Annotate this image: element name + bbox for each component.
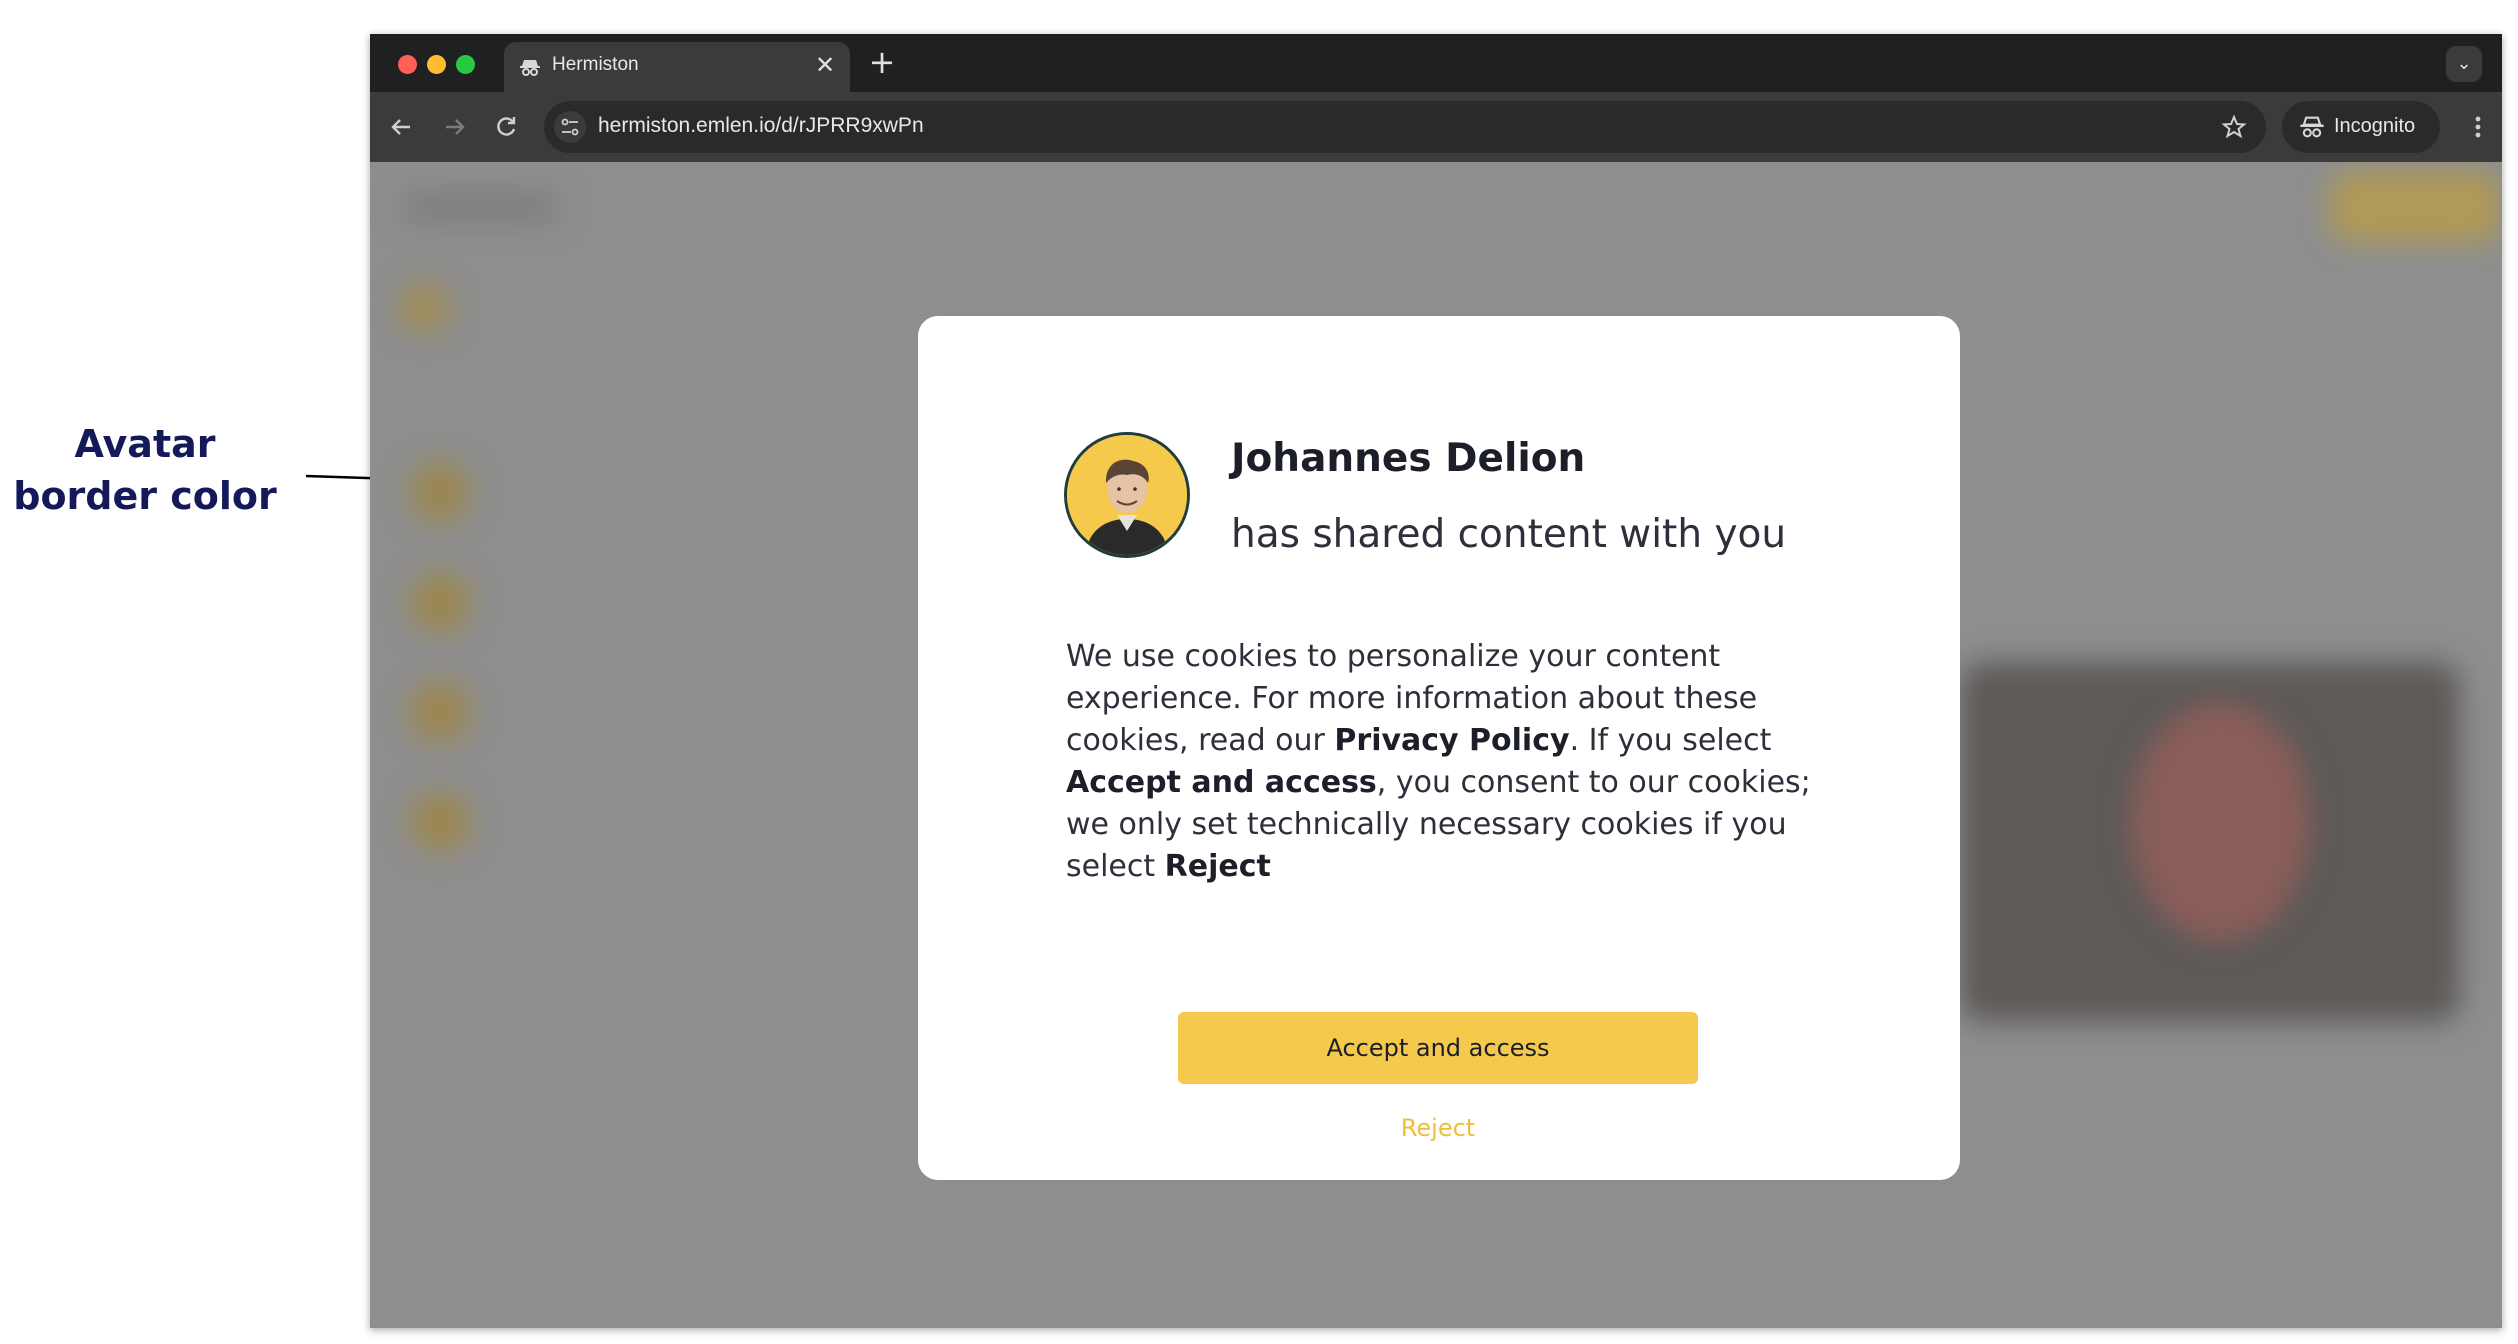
share-message: has shared content with you: [1231, 512, 1787, 557]
cookie-notice-text: We use cookies to personalize your conte…: [1066, 636, 1816, 888]
url-text[interactable]: hermiston.emlen.io/d/rJPRR9xwPn: [598, 114, 924, 138]
reload-icon: [497, 117, 516, 136]
blurred-list-item: [410, 462, 470, 522]
incognito-indicator[interactable]: Incognito: [2282, 101, 2440, 153]
avatar-photo: [1067, 435, 1187, 555]
browser-window: Hermiston ✕ + ⌄ hermiston.emlen.io/d/rJP…: [370, 34, 2502, 1328]
incognito-icon: [2300, 116, 2324, 138]
arrow-left-icon: [391, 119, 410, 135]
blurred-header-button: [2330, 172, 2500, 242]
kebab-menu-icon[interactable]: [2460, 109, 2496, 145]
minimize-window-button[interactable]: [427, 55, 446, 74]
cookie-text-part: . If you select: [1569, 723, 1772, 758]
maximize-window-button[interactable]: [456, 55, 475, 74]
back-button[interactable]: [384, 109, 420, 145]
avatar: [1064, 432, 1190, 558]
forward-button[interactable]: [436, 109, 472, 145]
incognito-label: Incognito: [2334, 115, 2416, 137]
chevron-down-icon[interactable]: ⌄: [2446, 46, 2482, 82]
star-icon[interactable]: [2216, 109, 2252, 145]
browser-toolbar: hermiston.emlen.io/d/rJPRR9xwPn Incognit…: [370, 92, 2502, 162]
tab-bar: Hermiston ✕ + ⌄: [370, 34, 2502, 92]
reload-button[interactable]: [488, 109, 524, 145]
accept-and-access-button[interactable]: Accept and access: [1178, 1012, 1698, 1084]
cookie-consent-modal: Johannes Delion has shared content with …: [918, 316, 1960, 1180]
close-window-button[interactable]: [398, 55, 417, 74]
blurred-list-item: [410, 572, 470, 632]
blurred-list-item: [410, 682, 470, 742]
close-icon[interactable]: ✕: [810, 50, 840, 80]
plus-icon[interactable]: +: [864, 44, 900, 80]
incognito-favicon-icon: [520, 60, 540, 76]
reject-reference: Reject: [1164, 849, 1271, 884]
blurred-logo: [400, 192, 560, 222]
blurred-person: [2130, 702, 2310, 942]
accept-reference: Accept and access: [1066, 765, 1377, 800]
blurred-icon: [400, 282, 450, 332]
tune-icon[interactable]: [552, 109, 588, 145]
address-bar[interactable]: hermiston.emlen.io/d/rJPRR9xwPn: [544, 101, 2266, 153]
tab-hermiston[interactable]: Hermiston ✕: [504, 42, 850, 92]
tab-title: Hermiston: [552, 54, 639, 75]
privacy-policy-link[interactable]: Privacy Policy: [1334, 723, 1569, 758]
reject-button[interactable]: Reject: [1338, 1114, 1538, 1142]
arrow-right-icon: [446, 119, 465, 135]
blurred-list-item: [410, 792, 470, 852]
sharer-name: Johannes Delion: [1231, 436, 1586, 481]
